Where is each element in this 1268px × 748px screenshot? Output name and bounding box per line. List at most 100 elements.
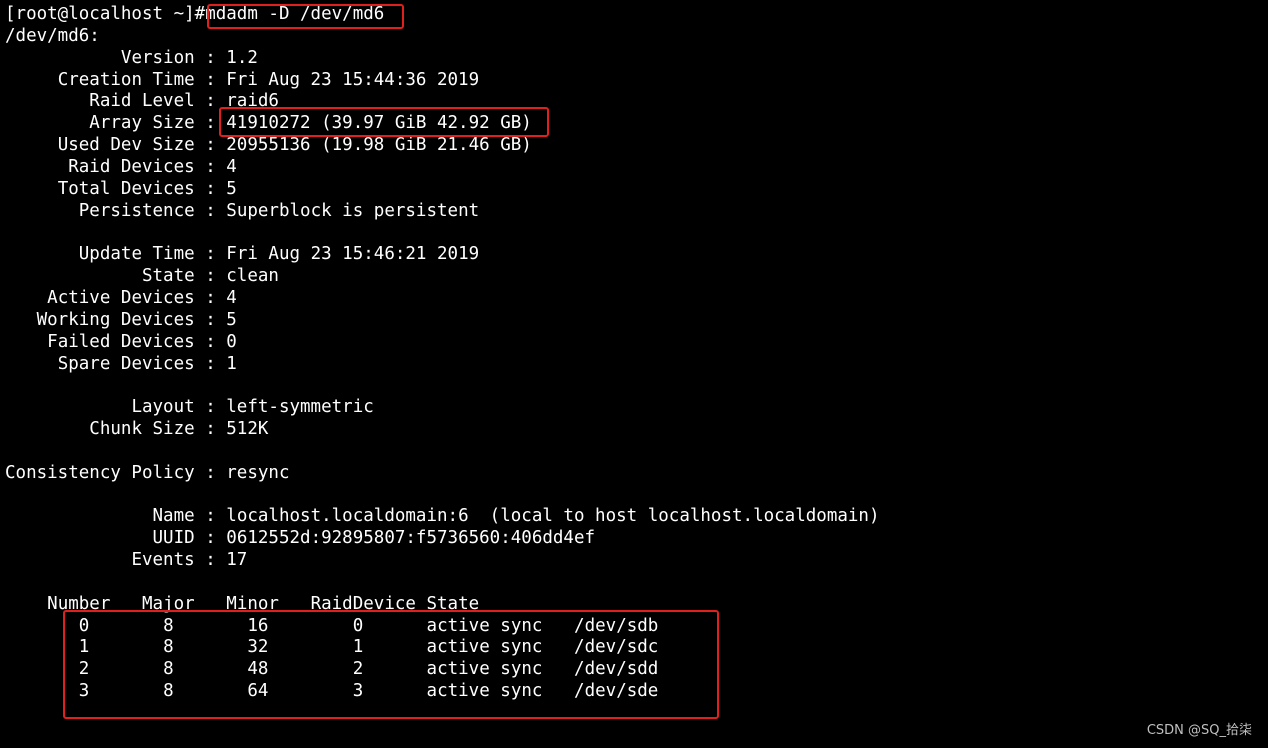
separator: : (194, 135, 227, 156)
padding (5, 354, 58, 374)
field-key: State (141, 266, 195, 287)
padding (5, 113, 89, 133)
detail-field: Raid Devices : 4 (5, 157, 1268, 179)
device-header: /dev/md6: (5, 25, 100, 46)
field-value: 4 (226, 287, 237, 308)
field-value: 0 (226, 331, 237, 352)
detail-field: Raid Level : raid6 (5, 91, 1268, 113)
field-key: Creation Time (57, 69, 195, 90)
field-value: 5 (226, 178, 237, 199)
field-value: clean (226, 266, 279, 287)
separator: : (194, 266, 227, 287)
separator: : (194, 506, 227, 527)
field-value: 17 (226, 550, 248, 571)
separator: : (194, 528, 227, 549)
field-key: Events (131, 550, 195, 571)
separator: : (194, 550, 227, 571)
field-value: 4 (226, 156, 237, 177)
padding (5, 332, 47, 352)
detail-field: Events : 17 (5, 550, 1268, 572)
padding (5, 550, 131, 570)
padding (5, 179, 58, 199)
detail-field: Used Dev Size : 20955136 (19.98 GiB 21.4… (5, 135, 1268, 157)
watermark: CSDN @SQ_拾柒 (1146, 723, 1252, 738)
field-key: Failed Devices (47, 331, 195, 352)
field-key: Active Devices (47, 287, 195, 308)
padding (5, 506, 153, 526)
separator: : (194, 353, 227, 374)
separator: : (194, 331, 227, 352)
field-value: Fri Aug 23 15:46:21 2019 (226, 244, 480, 265)
detail-field: UUID : 0612552d:92895807:f5736560:406dd4… (5, 528, 1268, 550)
separator: : (194, 200, 227, 221)
field-key: Version (120, 47, 195, 68)
detail-field: Failed Devices : 0 (5, 332, 1268, 354)
padding (5, 419, 89, 439)
field-key: Layout (131, 397, 195, 418)
detail-field: Creation Time : Fri Aug 23 15:44:36 2019 (5, 70, 1268, 92)
padding (5, 310, 37, 330)
field-key: Chunk Size (89, 419, 195, 440)
detail-field: Consistency Policy : resync (5, 463, 1268, 485)
separator: : (194, 47, 227, 68)
detail-field: Layout : left-symmetric (5, 397, 1268, 419)
padding (5, 70, 58, 90)
detail-field: Version : 1.2 (5, 48, 1268, 70)
field-key: Persistence (78, 200, 195, 221)
command-line: [root@localhost ~]#mdadm -D /dev/md6 (5, 4, 1268, 26)
field-value: Superblock is persistent (226, 200, 480, 221)
field-key: Array Size (89, 113, 195, 134)
device-table-highlight-box (63, 610, 719, 719)
field-value: 0612552d:92895807:f5736560:406dd4ef (226, 528, 596, 549)
command-highlight-box (207, 4, 404, 29)
padding (5, 135, 58, 155)
detail-field: Spare Devices : 1 (5, 354, 1268, 376)
separator: : (194, 287, 227, 308)
padding (5, 244, 79, 264)
separator: : (194, 309, 227, 330)
padding (5, 201, 79, 221)
field-value: 5 (226, 309, 237, 330)
padding (5, 157, 68, 177)
separator: : (194, 244, 227, 265)
detail-fields: Version : 1.2 Creation Time : Fri Aug 23… (5, 48, 1268, 594)
field-value: 1 (226, 353, 237, 374)
detail-field: Name : localhost.localdomain:6 (local to… (5, 506, 1268, 528)
detail-field: Active Devices : 4 (5, 288, 1268, 310)
padding (5, 266, 142, 286)
padding (5, 397, 131, 417)
field-key: Working Devices (36, 309, 195, 330)
field-key: Total Devices (57, 178, 195, 199)
field-key: Spare Devices (57, 353, 195, 374)
shell-prompt: [root@localhost ~]# (5, 4, 206, 24)
field-key: Raid Level (89, 91, 195, 112)
field-key: Name (152, 506, 195, 527)
detail-field: Update Time : Fri Aug 23 15:46:21 2019 (5, 244, 1268, 266)
detail-field: Working Devices : 5 (5, 310, 1268, 332)
separator: : (194, 156, 227, 177)
field-value: localhost.localdomain:6 (local to host l… (226, 506, 880, 527)
field-value: left-symmetric (226, 397, 374, 418)
detail-field: Persistence : Superblock is persistent (5, 201, 1268, 223)
field-key: Raid Devices (68, 156, 195, 177)
field-key: Update Time (78, 244, 195, 265)
field-key: Used Dev Size (57, 135, 195, 156)
detail-field: State : clean (5, 266, 1268, 288)
detail-field: Chunk Size : 512K (5, 419, 1268, 441)
array-size-highlight-box (219, 107, 549, 137)
separator: : (194, 397, 227, 418)
field-key: UUID (152, 528, 195, 549)
field-value: 20955136 (19.98 GiB 21.46 GB) (226, 135, 532, 156)
padding (5, 288, 47, 308)
field-value: resync (226, 462, 290, 483)
detail-field: Total Devices : 5 (5, 179, 1268, 201)
detail-field: Array Size : 41910272 (39.97 GiB 42.92 G… (5, 113, 1268, 135)
separator: : (194, 69, 227, 90)
separator: : (194, 178, 227, 199)
field-key: Consistency Policy (5, 462, 195, 483)
